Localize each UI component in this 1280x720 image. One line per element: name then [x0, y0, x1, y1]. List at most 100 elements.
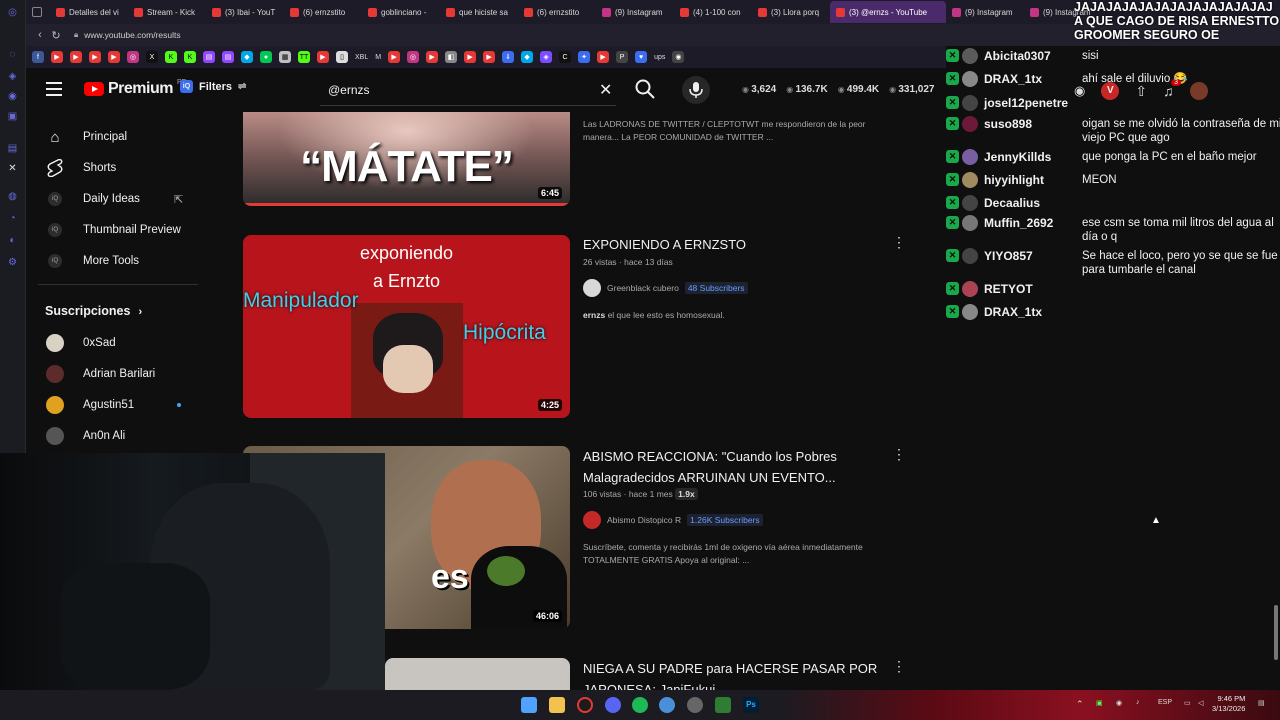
browser-tab[interactable]: (4) 1-100 con: [674, 1, 752, 23]
bookmark-icon[interactable]: ♥: [635, 51, 648, 63]
bookmark-icon[interactable]: ▶: [483, 51, 496, 63]
obs-icon[interactable]: [687, 697, 703, 713]
sidebar-app-icon[interactable]: ◉: [6, 90, 19, 103]
sidebar-app-icon[interactable]: ◐: [6, 234, 19, 247]
avatar[interactable]: [1189, 82, 1208, 100]
bookmark-facebook-icon[interactable]: f: [32, 51, 44, 63]
chat-username[interactable]: DRAX_1tx: [984, 72, 1042, 86]
bookmark-icon[interactable]: ▶: [597, 51, 610, 63]
start-icon[interactable]: [521, 697, 537, 713]
channel-info[interactable]: Abismo Distopico R 1.26K Subscribers: [583, 511, 763, 529]
browser-tab[interactable]: Detalles del vi: [50, 1, 128, 23]
bookmark-icon[interactable]: ◉: [672, 51, 685, 63]
bell-icon[interactable]: ♫ 3: [1163, 79, 1181, 99]
bookmark-icon[interactable]: ◧: [445, 51, 458, 63]
x-icon[interactable]: ✕: [6, 162, 19, 175]
sidebar-app-icon[interactable]: ▣: [6, 110, 19, 123]
tray-icon[interactable]: ◉: [1116, 699, 1122, 707]
video-thumbnail[interactable]: exponiendo a Ernzto Manipulador Hipócrit…: [243, 235, 570, 418]
bookmark-icon[interactable]: ◆: [241, 51, 253, 63]
subscription-item[interactable]: 0xSad: [26, 328, 210, 358]
chat-username[interactable]: YIYO857: [984, 249, 1033, 263]
notifications-icon[interactable]: ▤: [1258, 699, 1265, 707]
upload-icon[interactable]: ⇧: [1135, 83, 1147, 100]
browser-tab[interactable]: (6) ernzstito: [518, 1, 596, 23]
bookmark-icon[interactable]: ●: [260, 51, 272, 63]
sidebar-app-icon[interactable]: ◈: [6, 70, 19, 83]
back-icon[interactable]: ‹: [32, 29, 48, 41]
bookmark-youtube-icon[interactable]: ▶: [89, 51, 101, 63]
clock[interactable]: 9:46 PM 3/13/2026: [1212, 694, 1245, 714]
photoshop-icon[interactable]: Ps: [743, 697, 759, 713]
video-title[interactable]: EXPONIENDO A ERNZSTO: [583, 234, 883, 255]
scrollbar-thumb[interactable]: [1274, 605, 1278, 660]
browser-icon[interactable]: [659, 697, 675, 713]
tab-list-icon[interactable]: [32, 7, 42, 17]
browser-menu-icon[interactable]: ◎: [6, 6, 19, 19]
bookmark-youtube-icon[interactable]: ▶: [108, 51, 120, 63]
sidebar-app-icon[interactable]: ◌: [6, 48, 19, 61]
discord-icon[interactable]: [605, 697, 621, 713]
chat-username[interactable]: JennyKillds: [984, 150, 1051, 164]
channel-info[interactable]: Greenblack cubero 48 Subscribers: [583, 279, 748, 297]
subscription-item[interactable]: Adrian Barilari: [26, 359, 210, 389]
bookmark-label[interactable]: M: [375, 54, 381, 61]
browser-tab[interactable]: Stream - Kick: [128, 1, 206, 23]
browser-tab[interactable]: que hiciste sa: [440, 1, 518, 23]
subscription-item[interactable]: Agustin51: [26, 390, 210, 420]
bookmark-icon[interactable]: C: [559, 51, 572, 63]
menu-icon[interactable]: [46, 82, 62, 96]
subscription-item[interactable]: An0n Ali: [26, 421, 210, 451]
bookmark-label[interactable]: ups: [654, 54, 665, 61]
sidebar-item-daily-ideas[interactable]: iQ Daily Ideas ⇱: [26, 184, 210, 214]
vidiq-icon[interactable]: V: [1101, 82, 1120, 100]
bookmark-x-icon[interactable]: X: [146, 51, 158, 63]
sidebar-item-more-tools[interactable]: iQ More Tools: [26, 246, 210, 276]
bookmark-icon[interactable]: ◈: [540, 51, 553, 63]
tray-icon[interactable]: ▣: [1096, 699, 1103, 707]
bookmark-icon[interactable]: ⇓: [502, 51, 515, 63]
sidebar-app-icon[interactable]: ◍: [6, 190, 19, 203]
twitch-icon[interactable]: ▤: [6, 142, 19, 155]
chat-username[interactable]: RETYOT: [984, 282, 1033, 296]
browser-tab[interactable]: (3) Ibai - YouT: [206, 1, 284, 23]
opera-icon[interactable]: [577, 697, 593, 713]
video-title[interactable]: ABISMO REACCIONA: "Cuando los Pobres Mal…: [583, 446, 883, 488]
reload-icon[interactable]: ↻: [48, 29, 64, 42]
subscriptions-header[interactable]: Suscripciones ›: [45, 304, 142, 318]
search-input[interactable]: @ernzs: [320, 74, 616, 106]
bookmark-icon[interactable]: P: [616, 51, 629, 63]
browser-tab[interactable]: (6) ernzstito: [284, 1, 362, 23]
browser-tab[interactable]: goblinciano -: [362, 1, 440, 23]
search-icon[interactable]: [634, 78, 656, 100]
network-icon[interactable]: ▭: [1184, 699, 1191, 707]
bookmark-label[interactable]: XBL: [355, 54, 368, 61]
mic-icon[interactable]: [682, 76, 710, 104]
bookmark-kick-icon[interactable]: K: [184, 51, 196, 63]
external-link-icon[interactable]: ⇱: [174, 193, 183, 206]
sidebar-item-principal[interactable]: ⌂ Principal: [26, 122, 210, 152]
more-options-icon[interactable]: ⋮: [892, 446, 906, 463]
bookmark-instagram-icon[interactable]: ◎: [127, 51, 139, 63]
tray-chevron-icon[interactable]: ⌃: [1076, 699, 1084, 710]
app-icon[interactable]: [715, 697, 731, 713]
bookmark-icon[interactable]: ▶: [426, 51, 439, 63]
sidebar-app-icon[interactable]: ◔: [6, 212, 19, 225]
chat-username[interactable]: hiyyihlight: [984, 173, 1044, 187]
bookmark-icon[interactable]: ◆: [521, 51, 534, 63]
chat-username[interactable]: Decaalius: [984, 196, 1040, 210]
chat-username[interactable]: josel12penetre: [984, 96, 1068, 110]
bookmark-icon[interactable]: ▶: [317, 51, 329, 63]
bookmark-twitch-icon[interactable]: ▤: [222, 51, 234, 63]
video-thumbnail[interactable]: “MÁTATE” 6:45: [243, 112, 570, 206]
eye-icon[interactable]: ◉: [1074, 83, 1085, 99]
chat-username[interactable]: DRAX_1tx: [984, 305, 1042, 319]
chat-username[interactable]: Abicita0307: [984, 49, 1051, 63]
chat-username[interactable]: Muffin_2692: [984, 216, 1053, 230]
bookmark-twitch-icon[interactable]: ▤: [203, 51, 215, 63]
bookmark-kick-icon[interactable]: K: [165, 51, 177, 63]
mic-tray-icon[interactable]: ♪: [1136, 699, 1140, 706]
bookmark-icon[interactable]: TT: [298, 51, 310, 63]
gear-icon[interactable]: ⚙: [6, 256, 19, 269]
youtube-logo[interactable]: Premium PE: [84, 79, 186, 98]
